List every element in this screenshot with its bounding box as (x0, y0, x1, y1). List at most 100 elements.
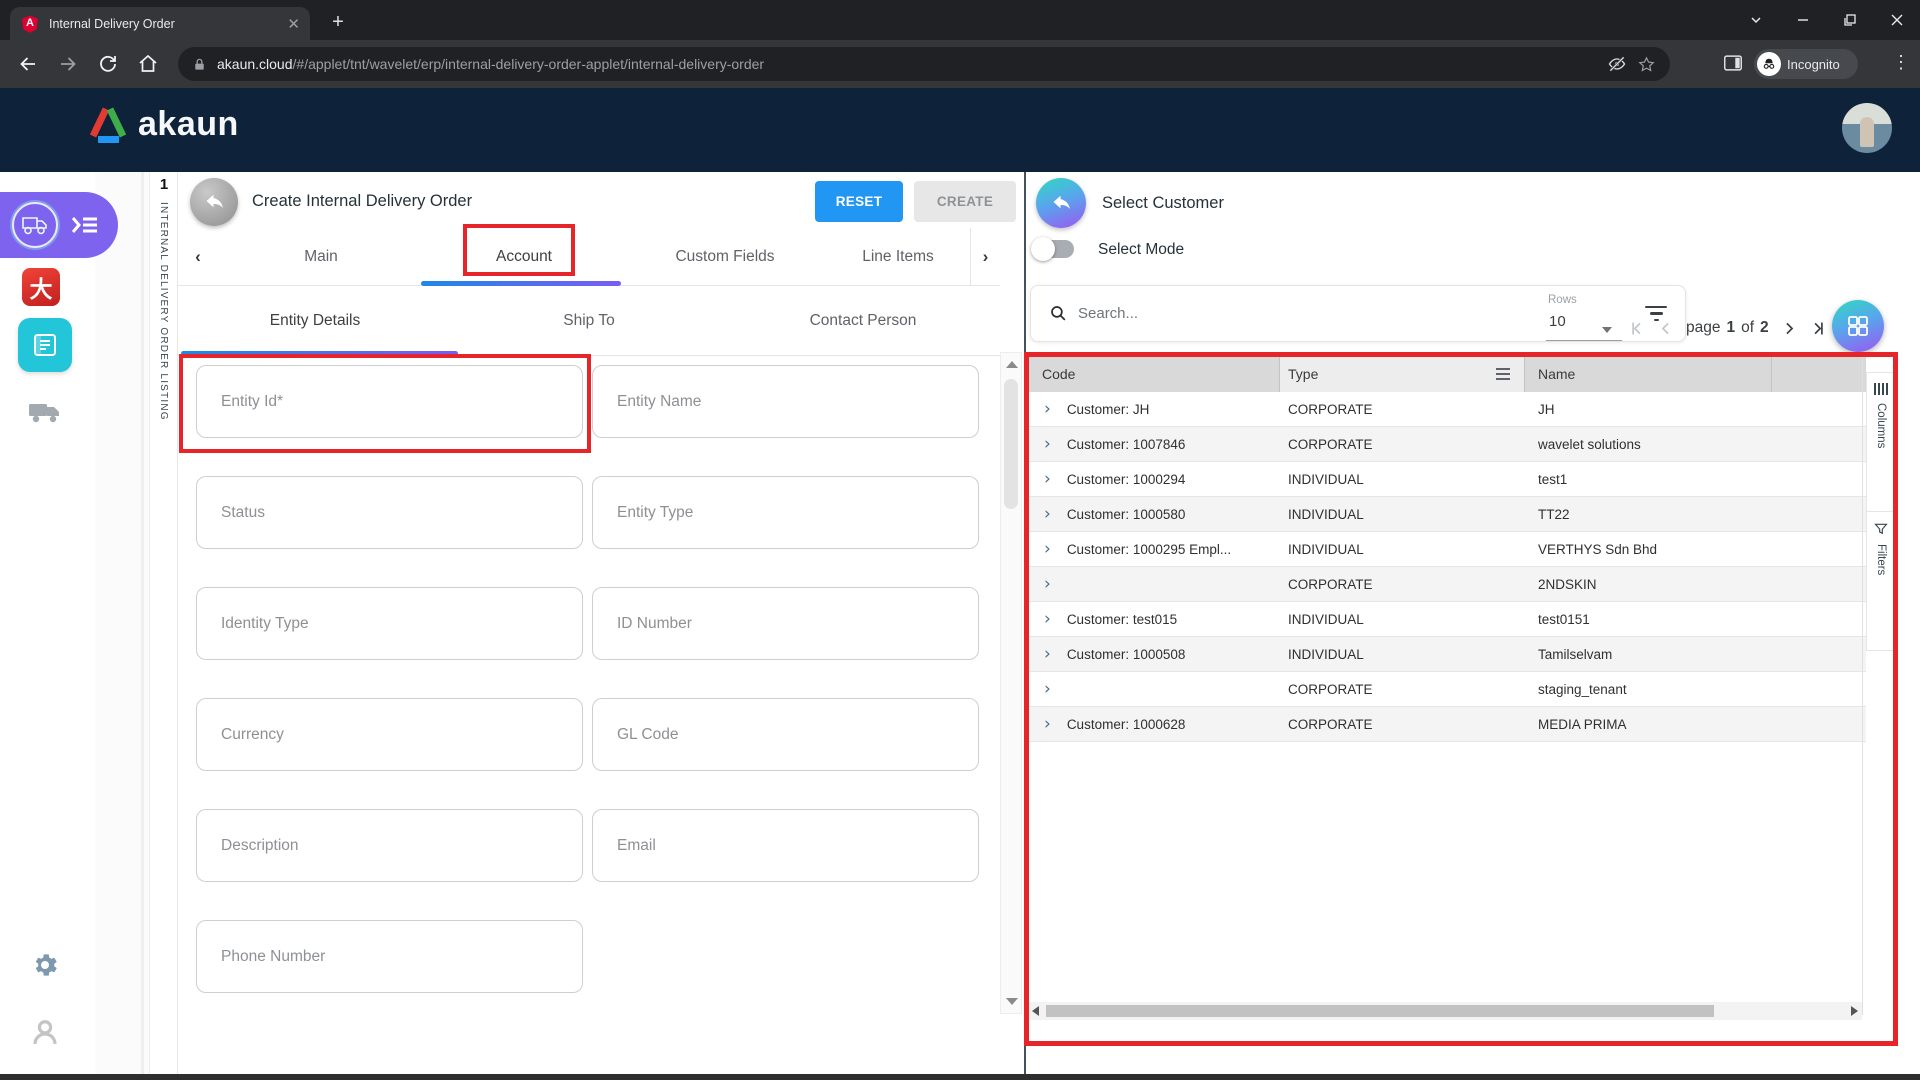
form-field[interactable]: Entity Name (592, 365, 979, 438)
annotation-box-account-tab (463, 224, 575, 276)
sidebar-item-truck-muted[interactable] (27, 398, 63, 431)
favicon-letter: A (20, 14, 40, 34)
window-bottom-edge (0, 1074, 1920, 1080)
field-placeholder: Email (617, 837, 656, 855)
field-placeholder: Description (221, 837, 299, 855)
home-icon[interactable] (136, 52, 160, 76)
angular-favicon-icon: A (20, 14, 40, 34)
create-button[interactable]: CREATE (914, 181, 1016, 222)
incognito-spy-icon (1757, 52, 1781, 76)
side-panel-icon[interactable] (1722, 52, 1746, 76)
field-placeholder: Identity Type (221, 615, 309, 633)
current-page: 1 (1726, 319, 1735, 337)
bookmark-star-icon[interactable] (1637, 55, 1656, 74)
tab-close-icon[interactable]: ✕ (287, 15, 300, 33)
listing-strip: 1 INTERNAL DELIVERY ORDER LISTING (150, 172, 178, 1080)
maximize-button[interactable] (1826, 0, 1873, 40)
akaun-logo: akaun (86, 104, 239, 144)
form-field[interactable]: Status (196, 476, 583, 549)
sidebar-item-delivery-applet[interactable] (0, 192, 118, 258)
field-placeholder: Currency (221, 726, 284, 744)
form-field[interactable]: Description (196, 809, 583, 882)
back-arrow-icon (202, 190, 226, 214)
grid-view-button[interactable] (1832, 300, 1884, 352)
rows-select-underline (1546, 340, 1622, 341)
form-field[interactable]: Entity Type (592, 476, 979, 549)
settings-gear-icon[interactable] (30, 950, 60, 985)
form-tab-label: Line Items (862, 248, 934, 266)
scroll-up-icon[interactable] (1006, 361, 1018, 368)
list-document-icon (31, 331, 59, 359)
total-pages: 2 (1760, 319, 1769, 337)
browser-tab[interactable]: A Internal Delivery Order ✕ (10, 7, 310, 40)
forward-nav-icon[interactable] (56, 52, 80, 76)
close-window-button[interactable] (1873, 0, 1920, 40)
page-indicator: page1of2 (1686, 319, 1769, 337)
form-tab[interactable]: Custom Fields (624, 228, 826, 286)
toggle-knob[interactable] (1031, 237, 1055, 261)
field-placeholder: ID Number (617, 615, 692, 633)
page-title: Create Internal Delivery Order (252, 192, 472, 211)
form-subtab[interactable]: Entity Details (178, 286, 452, 356)
back-nav-icon[interactable] (16, 52, 40, 76)
form-tab-bar: ‹ MainAccountCustom FieldsLine Items› (178, 228, 1000, 286)
reset-button[interactable]: RESET (815, 181, 903, 222)
select-mode-toggle[interactable] (1034, 240, 1074, 258)
collapse-menu-icon[interactable] (70, 214, 100, 236)
url-bar[interactable]: akaun.cloud/#/applet/tnt/wavelet/erp/int… (178, 47, 1670, 81)
form-field[interactable]: Identity Type (196, 587, 583, 660)
scrollbar-thumb[interactable] (1004, 379, 1018, 509)
last-page-button[interactable] (1810, 320, 1827, 337)
form-tab[interactable]: Main (218, 228, 424, 286)
minimize-button[interactable] (1779, 0, 1826, 40)
next-page-button[interactable] (1781, 320, 1798, 337)
form-subtab-label: Ship To (563, 312, 614, 330)
browser-menu-icon[interactable]: ⋮ (1892, 52, 1910, 73)
sidebar-item-listing-app[interactable] (18, 318, 72, 372)
field-placeholder: Phone Number (221, 948, 325, 966)
prev-page-button[interactable] (1657, 320, 1674, 337)
rows-per-page-select[interactable]: 10 (1549, 313, 1566, 330)
picker-back-button[interactable] (1036, 178, 1086, 228)
annotation-box-customer-table (1024, 352, 1898, 1046)
form-subtab[interactable]: Contact Person (726, 286, 1000, 356)
new-tab-button[interactable]: + (324, 9, 352, 37)
form-field[interactable]: Currency (196, 698, 583, 771)
search-bar[interactable] (1030, 285, 1686, 342)
form-field[interactable]: Email (592, 809, 979, 882)
browser-tab-bar: A Internal Delivery Order ✕ + (0, 0, 1920, 40)
tabs-next-chevron-icon[interactable]: › (970, 228, 1000, 286)
grid-icon (1846, 314, 1870, 338)
form-field[interactable]: Phone Number (196, 920, 583, 993)
rows-dropdown-caret-icon[interactable] (1602, 327, 1612, 333)
select-mode-label: Select Mode (1098, 241, 1184, 259)
tabs-prev-chevron-icon[interactable]: ‹ (178, 228, 218, 286)
incognito-badge: Incognito (1754, 49, 1858, 79)
first-page-button[interactable] (1628, 320, 1645, 337)
form-field[interactable]: ID Number (592, 587, 979, 660)
annotation-box-entity-id (179, 354, 591, 453)
listing-label: INTERNAL DELIVERY ORDER LISTING (158, 202, 169, 421)
window-controls (1732, 0, 1920, 40)
form-scrollbar[interactable] (1000, 352, 1022, 1014)
back-arrow-icon (1049, 191, 1073, 215)
form-tab[interactable]: Line Items (826, 228, 970, 286)
form-field[interactable]: GL Code (592, 698, 979, 771)
tab-search-chevron-icon[interactable] (1732, 0, 1779, 40)
delivery-truck-icon (12, 202, 58, 248)
form-back-button[interactable] (190, 178, 238, 226)
field-placeholder: Entity Type (617, 504, 693, 522)
lock-icon (192, 57, 207, 72)
profile-person-icon[interactable] (29, 1016, 61, 1053)
form-subtab[interactable]: Ship To (452, 286, 726, 356)
field-placeholder: GL Code (617, 726, 678, 744)
eye-off-icon[interactable] (1607, 54, 1627, 74)
form-tab-label: Custom Fields (675, 248, 774, 266)
sidebar-item-red-app[interactable]: 大 (22, 268, 60, 306)
search-icon (1049, 304, 1068, 323)
rows-per-page-label: Rows (1548, 294, 1577, 306)
reload-icon[interactable] (96, 52, 120, 76)
user-avatar[interactable] (1842, 103, 1892, 153)
browser-window: A Internal Delivery Order ✕ + akaun.clou… (0, 0, 1920, 1080)
scroll-down-icon[interactable] (1006, 998, 1018, 1005)
